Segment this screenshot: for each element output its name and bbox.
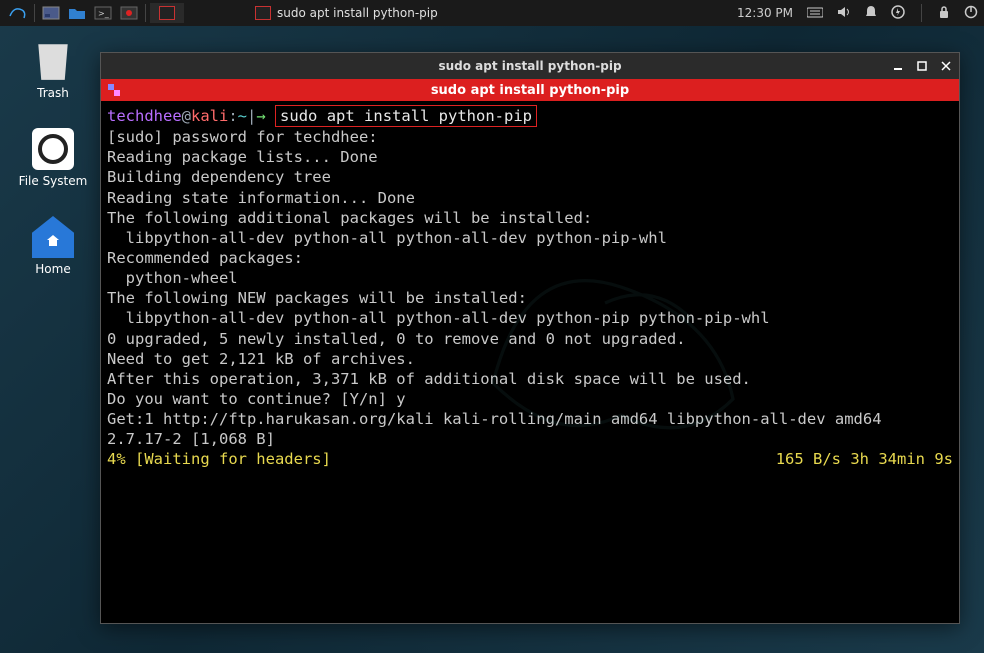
- prompt-sep: |: [247, 107, 256, 125]
- volume-icon[interactable]: [837, 6, 851, 21]
- terminal-window: sudo apt install python-pip sudo apt ins…: [100, 52, 960, 624]
- show-desktop-icon[interactable]: [39, 2, 63, 24]
- kali-menu-icon[interactable]: [6, 2, 30, 24]
- desktop-icon-trash[interactable]: Trash: [18, 40, 88, 100]
- taskbar-workspace-thumb[interactable]: [150, 3, 184, 23]
- terminal-tab-title: sudo apt install python-pip: [431, 83, 629, 98]
- output-line: libpython-all-dev python-all python-all-…: [107, 228, 953, 248]
- output-line: [sudo] password for techdhee:: [107, 127, 953, 147]
- taskbar-app-icon: [255, 6, 271, 20]
- tab-icon: [107, 83, 121, 97]
- workspace-thumb-icon: [159, 6, 175, 20]
- progress-rate: 165 B/s 3h 34min 9s: [776, 449, 953, 469]
- prompt-path: ~: [238, 107, 247, 125]
- home-folder-icon: [32, 216, 74, 258]
- lock-icon[interactable]: [938, 5, 950, 22]
- top-panel: >_ sudo apt install python-pip 12:30 PM: [0, 0, 984, 26]
- output-line: Get:1 http://ftp.harukasan.org/kali kali…: [107, 409, 953, 449]
- command-text: sudo apt install python-pip: [280, 107, 532, 125]
- output-line: Need to get 2,121 kB of archives.: [107, 349, 953, 369]
- terminal-body[interactable]: techdhee@kali:~|→ sudo apt install pytho…: [101, 101, 959, 474]
- kazam-icon[interactable]: [117, 2, 141, 24]
- desktop-icon-label: Home: [18, 262, 88, 276]
- prompt-at: @: [182, 107, 191, 125]
- panel-separator: [34, 4, 35, 22]
- output-line: Reading state information... Done: [107, 188, 953, 208]
- maximize-button[interactable]: [915, 59, 929, 73]
- file-manager-icon[interactable]: [65, 2, 89, 24]
- clock[interactable]: 12:30 PM: [737, 6, 793, 20]
- panel-separator: [145, 4, 146, 22]
- progress-status: 4% [Waiting for headers]: [107, 450, 331, 468]
- panel-left: >_ sudo apt install python-pip: [6, 2, 447, 24]
- output-line: 0 upgraded, 5 newly installed, 0 to remo…: [107, 329, 953, 349]
- desktop-icon-label: Trash: [18, 86, 88, 100]
- panel-separator: [921, 4, 922, 22]
- output-line: The following NEW packages will be insta…: [107, 288, 953, 308]
- window-controls: [891, 53, 953, 79]
- panel-right: 12:30 PM: [737, 4, 978, 22]
- svg-text:>_: >_: [98, 9, 110, 18]
- output-line: Reading package lists... Done: [107, 147, 953, 167]
- window-title: sudo apt install python-pip: [438, 59, 621, 73]
- output-line: The following additional packages will b…: [107, 208, 953, 228]
- output-line: libpython-all-dev python-all python-all-…: [107, 308, 953, 328]
- power-manager-icon[interactable]: [891, 5, 905, 22]
- output-line: python-wheel: [107, 268, 953, 288]
- prompt-colon: :: [228, 107, 237, 125]
- command-highlight-box: sudo apt install python-pip: [275, 105, 537, 127]
- prompt-user: techdhee: [107, 107, 182, 125]
- window-titlebar[interactable]: sudo apt install python-pip: [101, 53, 959, 79]
- output-line: Do you want to continue? [Y/n] y: [107, 389, 953, 409]
- minimize-button[interactable]: [891, 59, 905, 73]
- terminal-tab-bar: sudo apt install python-pip: [101, 79, 959, 101]
- taskbar-item-label: sudo apt install python-pip: [277, 6, 438, 20]
- desktop-icon-label: File System: [18, 174, 88, 188]
- progress-line: 4% [Waiting for headers] 165 B/s 3h 34mi…: [107, 449, 953, 469]
- trash-icon: [32, 40, 74, 82]
- notification-bell-icon[interactable]: [865, 5, 877, 22]
- terminal-launcher-icon[interactable]: >_: [91, 2, 115, 24]
- keyboard-icon[interactable]: [807, 6, 823, 21]
- prompt-line: techdhee@kali:~|→ sudo apt install pytho…: [107, 105, 953, 127]
- output-line: Recommended packages:: [107, 248, 953, 268]
- output-line: Building dependency tree: [107, 167, 953, 187]
- desktop-icon-filesystem[interactable]: File System: [18, 128, 88, 188]
- desktop-icon-home[interactable]: Home: [18, 216, 88, 276]
- logout-icon[interactable]: [964, 5, 978, 22]
- prompt-host: kali: [191, 107, 228, 125]
- taskbar-item-terminal[interactable]: sudo apt install python-pip: [246, 3, 447, 23]
- desktop-icons: Trash File System Home: [18, 40, 88, 276]
- prompt-arrow: →: [256, 107, 265, 125]
- close-button[interactable]: [939, 59, 953, 73]
- output-line: After this operation, 3,371 kB of additi…: [107, 369, 953, 389]
- disk-icon: [32, 128, 74, 170]
